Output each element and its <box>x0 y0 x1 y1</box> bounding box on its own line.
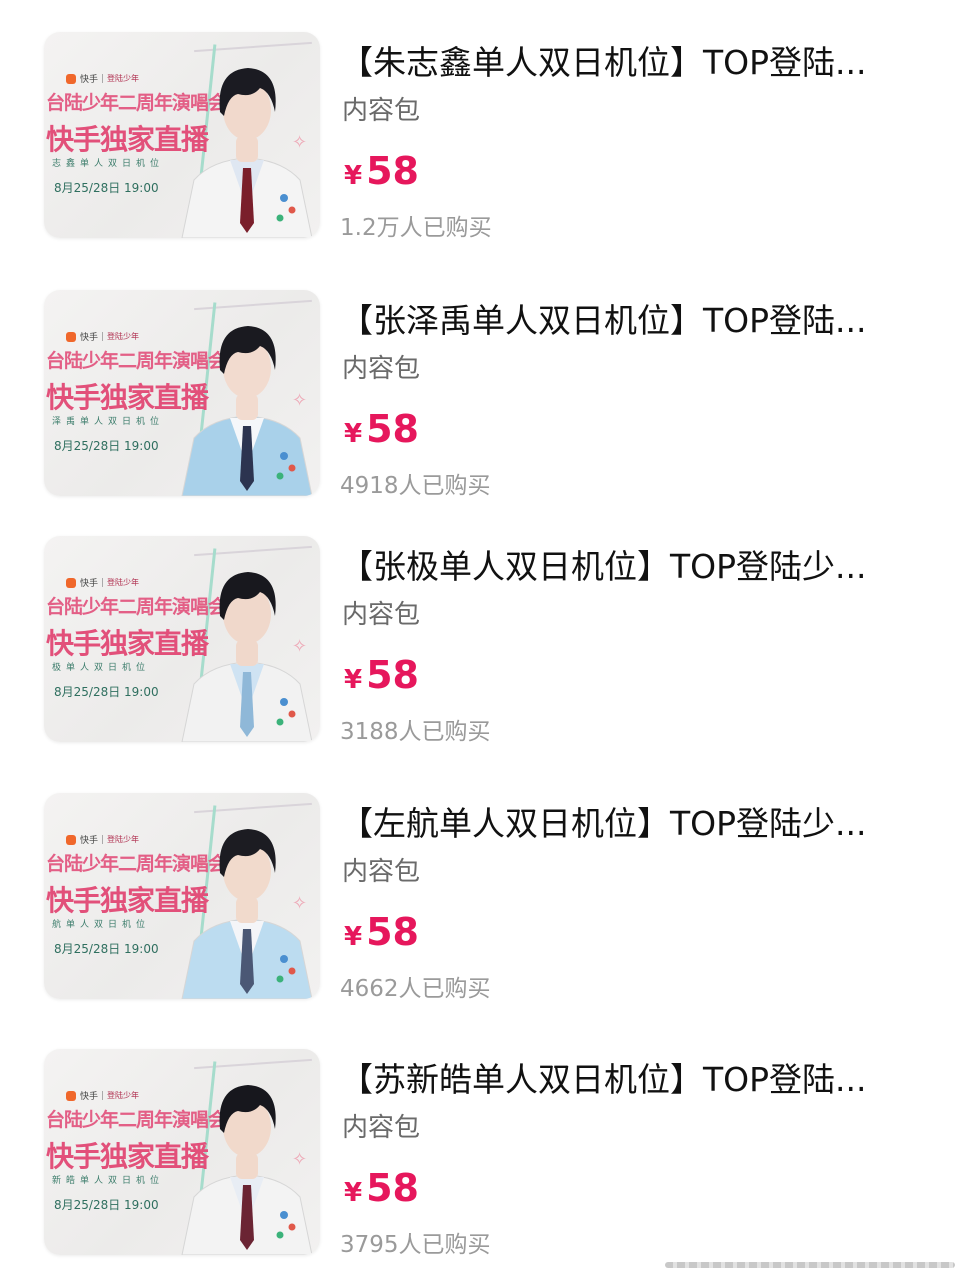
price-value: 58 <box>366 149 419 193</box>
purchase-count: 4662人已购买 <box>340 976 491 1002</box>
product-price: ¥58 <box>344 1166 419 1210</box>
poster-subtitle: 新皓单人双日机位 <box>52 1176 165 1186</box>
brand-label-2: 登陆少年 <box>107 835 140 844</box>
performer-portrait <box>181 1085 313 1255</box>
product-item[interactable]: ✦ ✧ 快手 登陆少年 台陆少年二周年演唱会 快手独家直播 志鑫单人双日机位 8… <box>0 32 960 242</box>
brand-label: 快手 <box>80 75 99 85</box>
poster-subtitle: 志鑫单人双日机位 <box>52 159 165 169</box>
kuaishou-logo-icon <box>66 331 76 342</box>
brand-label-2: 登陆少年 <box>107 578 140 587</box>
product-price: ¥58 <box>344 407 419 451</box>
product-thumbnail[interactable]: ✦ ✧ 快手 登陆少年 台陆少年二周年演唱会 快手独家直播 泽禹单人双日机位 8… <box>44 290 320 496</box>
product-price: ¥58 <box>344 910 419 954</box>
kuaishou-logo-icon <box>66 577 76 588</box>
poster-date: 8月25/28日 19:00 <box>54 439 159 453</box>
product-item[interactable]: ✦ ✧ 快手 登陆少年 台陆少年二周年演唱会 快手独家直播 极单人双日机位 8月… <box>0 536 960 746</box>
currency-symbol: ¥ <box>344 1178 363 1208</box>
currency-symbol: ¥ <box>344 922 363 952</box>
currency-symbol: ¥ <box>344 161 363 191</box>
brand-label-2: 登陆少年 <box>107 74 140 83</box>
kuaishou-logo: 快手 登陆少年 <box>66 576 139 589</box>
poster-date: 8月25/28日 19:00 <box>54 181 159 195</box>
home-indicator[interactable] <box>665 1262 955 1268</box>
price-value: 58 <box>366 1166 419 1210</box>
product-thumbnail[interactable]: ✦ ✧ 快手 登陆少年 台陆少年二周年演唱会 快手独家直播 极单人双日机位 8月… <box>44 536 320 742</box>
performer-portrait <box>181 68 313 238</box>
product-title[interactable]: 【朱志鑫单人双日机位】TOP登陆... <box>340 36 900 84</box>
brand-label: 快手 <box>80 836 99 846</box>
product-title[interactable]: 【张极单人双日机位】TOP登陆少... <box>340 540 900 588</box>
brand-label: 快手 <box>80 1092 99 1102</box>
purchase-count: 4918人已购买 <box>340 473 491 499</box>
kuaishou-logo-icon <box>66 834 76 845</box>
product-type-label: 内容包 <box>342 354 421 384</box>
currency-symbol: ¥ <box>344 419 363 449</box>
product-thumbnail[interactable]: ✦ ✧ 快手 登陆少年 台陆少年二周年演唱会 快手独家直播 航单人双日机位 8月… <box>44 793 320 999</box>
performer-portrait <box>181 829 313 999</box>
product-thumbnail[interactable]: ✦ ✧ 快手 登陆少年 台陆少年二周年演唱会 快手独家直播 志鑫单人双日机位 8… <box>44 32 320 238</box>
product-type-label: 内容包 <box>342 600 421 630</box>
currency-symbol: ¥ <box>344 665 363 695</box>
kuaishou-logo: 快手 登陆少年 <box>66 72 139 85</box>
logo-divider <box>102 74 104 83</box>
kuaishou-logo-icon <box>66 1090 76 1101</box>
purchase-count: 3188人已购买 <box>340 719 491 745</box>
performer-portrait <box>181 572 313 742</box>
product-title[interactable]: 【张泽禹单人双日机位】TOP登陆... <box>340 294 900 342</box>
kuaishou-logo: 快手 登陆少年 <box>66 330 139 343</box>
purchase-count: 1.2万人已购买 <box>340 215 492 241</box>
poster-subtitle: 泽禹单人双日机位 <box>52 417 165 427</box>
product-title[interactable]: 【左航单人双日机位】TOP登陆少... <box>340 797 900 845</box>
kuaishou-logo: 快手 登陆少年 <box>66 833 139 846</box>
poster-subtitle: 极单人双日机位 <box>52 663 151 673</box>
poster-date: 8月25/28日 19:00 <box>54 1198 159 1212</box>
price-value: 58 <box>366 407 419 451</box>
product-type-label: 内容包 <box>342 96 421 126</box>
brand-label: 快手 <box>80 579 99 589</box>
product-title[interactable]: 【苏新皓单人双日机位】TOP登陆... <box>340 1053 900 1101</box>
brand-label-2: 登陆少年 <box>107 1091 140 1100</box>
product-item[interactable]: ✦ ✧ 快手 登陆少年 台陆少年二周年演唱会 快手独家直播 航单人双日机位 8月… <box>0 793 960 1003</box>
product-thumbnail[interactable]: ✦ ✧ 快手 登陆少年 台陆少年二周年演唱会 快手独家直播 新皓单人双日机位 8… <box>44 1049 320 1255</box>
product-type-label: 内容包 <box>342 1113 421 1143</box>
poster-date: 8月25/28日 19:00 <box>54 942 159 956</box>
price-value: 58 <box>366 910 419 954</box>
brand-label: 快手 <box>80 333 99 343</box>
product-item[interactable]: ✦ ✧ 快手 登陆少年 台陆少年二周年演唱会 快手独家直播 新皓单人双日机位 8… <box>0 1049 960 1259</box>
purchase-count: 3795人已购买 <box>340 1232 491 1258</box>
product-price: ¥58 <box>344 149 419 193</box>
logo-divider <box>102 332 104 341</box>
performer-portrait <box>181 326 313 496</box>
price-value: 58 <box>366 653 419 697</box>
kuaishou-logo: 快手 登陆少年 <box>66 1089 139 1102</box>
poster-date: 8月25/28日 19:00 <box>54 685 159 699</box>
logo-divider <box>102 835 104 844</box>
product-item[interactable]: ✦ ✧ 快手 登陆少年 台陆少年二周年演唱会 快手独家直播 泽禹单人双日机位 8… <box>0 290 960 500</box>
logo-divider <box>102 578 104 587</box>
product-type-label: 内容包 <box>342 857 421 887</box>
kuaishou-logo-icon <box>66 73 76 84</box>
logo-divider <box>102 1091 104 1100</box>
product-price: ¥58 <box>344 653 419 697</box>
poster-subtitle: 航单人双日机位 <box>52 920 151 930</box>
brand-label-2: 登陆少年 <box>107 332 140 341</box>
